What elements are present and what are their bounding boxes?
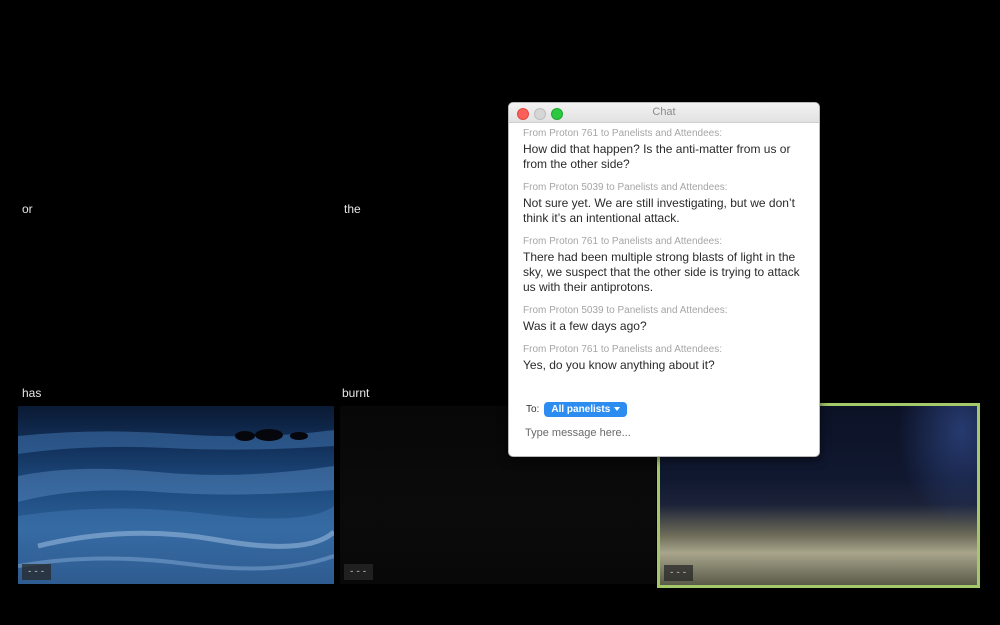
chat-title: Chat [652,106,676,118]
chat-message: From Proton 761 to Panelists and Attende… [523,235,809,295]
message-sender: From Proton 761 to Panelists and Attende… [523,344,723,355]
chat-message: From Proton 761 to Panelists and Attende… [523,127,809,172]
recipient-dropdown[interactable]: All panelists [544,401,628,417]
recipient-value: All panelists [551,403,611,415]
message-text: Was it a few days ago? [523,319,647,333]
message-text: How did that happen? Is the anti-matter … [523,142,791,171]
chat-message: From Proton 5039 to Panelists and Attend… [523,181,809,226]
to-label: To: [526,403,540,415]
chevron-down-icon [614,407,621,411]
light-glow [897,406,977,526]
message-sender: From Proton 5039 to Panelists and Attend… [523,305,728,316]
message-text: There had been multiple strong blasts of… [523,250,800,294]
recipient-row: To: All panelists [526,401,628,417]
message-text: Yes, do you know anything about it? [523,358,715,372]
message-input[interactable] [523,423,807,443]
caption-has: has [22,386,42,400]
caption-or: or [22,202,33,216]
chat-message: From Proton 761 to Panelists and Attende… [523,343,809,373]
chat-message-list: From Proton 761 to Panelists and Attende… [523,127,809,382]
participant-name-label: --- [664,565,694,581]
caption-the: the [344,202,361,216]
chat-message: From Proton 5039 to Panelists and Attend… [523,304,809,334]
chat-titlebar[interactable]: Chat [509,103,819,123]
message-sender: From Proton 761 to Panelists and Attende… [523,128,723,139]
participant-name-label: --- [22,564,52,580]
message-text: Not sure yet. We are still investigating… [523,196,795,225]
caption-burnt: burnt [342,386,370,400]
message-sender: From Proton 761 to Panelists and Attende… [523,236,723,247]
message-sender: From Proton 5039 to Panelists and Attend… [523,182,728,193]
participant-name-label: --- [344,564,374,580]
video-tile-ocean[interactable]: --- [18,406,334,584]
rocks-image [235,429,308,441]
chat-window: Chat From Proton 761 to Panelists and At… [508,102,820,457]
